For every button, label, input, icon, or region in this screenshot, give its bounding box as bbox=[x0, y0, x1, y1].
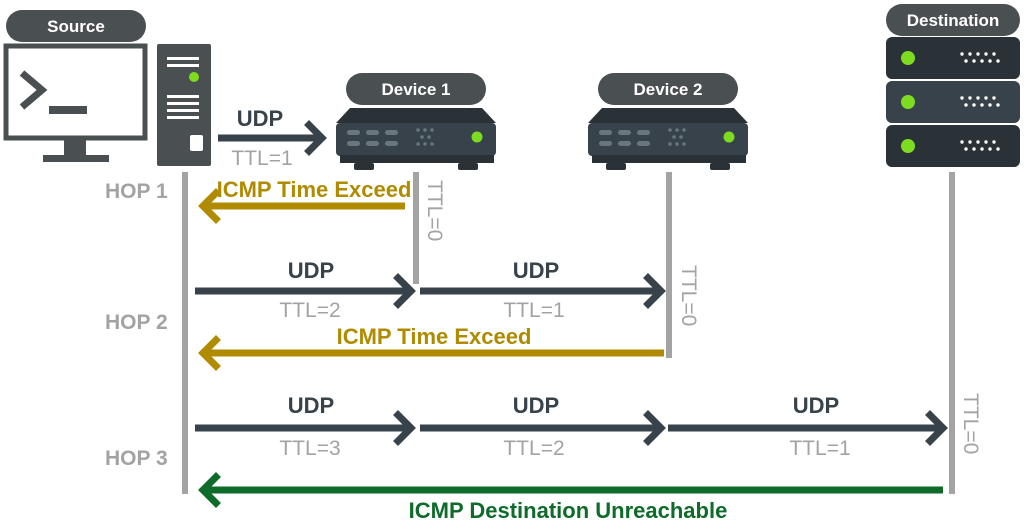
hop1-udp-label: UDP bbox=[237, 106, 283, 131]
hop3-ttl-label-c: TTL=1 bbox=[789, 437, 850, 460]
status-led-icon bbox=[189, 72, 199, 82]
traceroute-diagram: Source Device 1 Device 2 Destination HOP… bbox=[3, 4, 1020, 523]
router-icon bbox=[588, 108, 748, 170]
device1-lifeline bbox=[413, 172, 419, 284]
destination-lifeline bbox=[949, 172, 955, 494]
status-led-icon bbox=[901, 51, 915, 65]
hop2-ttl-expired: TTL=0 bbox=[677, 265, 700, 326]
status-led-icon bbox=[723, 131, 735, 143]
hop2-ttl-label-a: TTL=2 bbox=[279, 299, 340, 322]
device1-node: Device 1 bbox=[336, 73, 496, 170]
destination-label: Destination bbox=[907, 11, 1000, 30]
rack-server-icon bbox=[886, 37, 1020, 167]
hop2-udp-label-b: UDP bbox=[513, 258, 559, 283]
destination-node: Destination bbox=[886, 4, 1020, 167]
source-node: Source bbox=[3, 10, 211, 166]
source-lifeline bbox=[182, 172, 188, 494]
server-tower-icon bbox=[157, 44, 211, 166]
hop2-ttl-label-b: TTL=1 bbox=[503, 299, 564, 322]
hop3-udp-label-b: UDP bbox=[513, 393, 559, 418]
hop3-udp-label-c: UDP bbox=[793, 393, 839, 418]
hop3-ttl-label-a: TTL=3 bbox=[279, 437, 340, 460]
hop1-ttl-label: TTL=1 bbox=[231, 147, 292, 170]
hop3-label: HOP 3 bbox=[105, 447, 168, 470]
device2-lifeline bbox=[666, 172, 672, 358]
hop2-label: HOP 2 bbox=[105, 311, 168, 334]
device1-label: Device 1 bbox=[382, 80, 451, 99]
terminal-monitor-icon bbox=[3, 43, 148, 162]
hop2-icmp-label: ICMP Time Exceed bbox=[337, 324, 532, 349]
device2-label: Device 2 bbox=[634, 80, 703, 99]
hop3-ttl-label-b: TTL=2 bbox=[503, 437, 564, 460]
hop3-icmp-label: ICMP Destination Unreachable bbox=[409, 498, 728, 523]
status-led-icon bbox=[471, 131, 483, 143]
hop3-ttl-at-destination: TTL=0 bbox=[959, 393, 982, 454]
hop1-icmp-label: ICMP Time Exceed bbox=[217, 177, 412, 202]
hop2-udp-label-a: UDP bbox=[288, 258, 334, 283]
hop1-label: HOP 1 bbox=[105, 180, 168, 203]
hop1-ttl-expired: TTL=0 bbox=[423, 180, 446, 241]
status-led-icon bbox=[901, 95, 915, 109]
hop3-udp-label-a: UDP bbox=[288, 393, 334, 418]
status-led-icon bbox=[901, 139, 915, 153]
source-label: Source bbox=[47, 17, 105, 36]
device2-node: Device 2 bbox=[588, 73, 748, 170]
router-icon bbox=[336, 108, 496, 170]
